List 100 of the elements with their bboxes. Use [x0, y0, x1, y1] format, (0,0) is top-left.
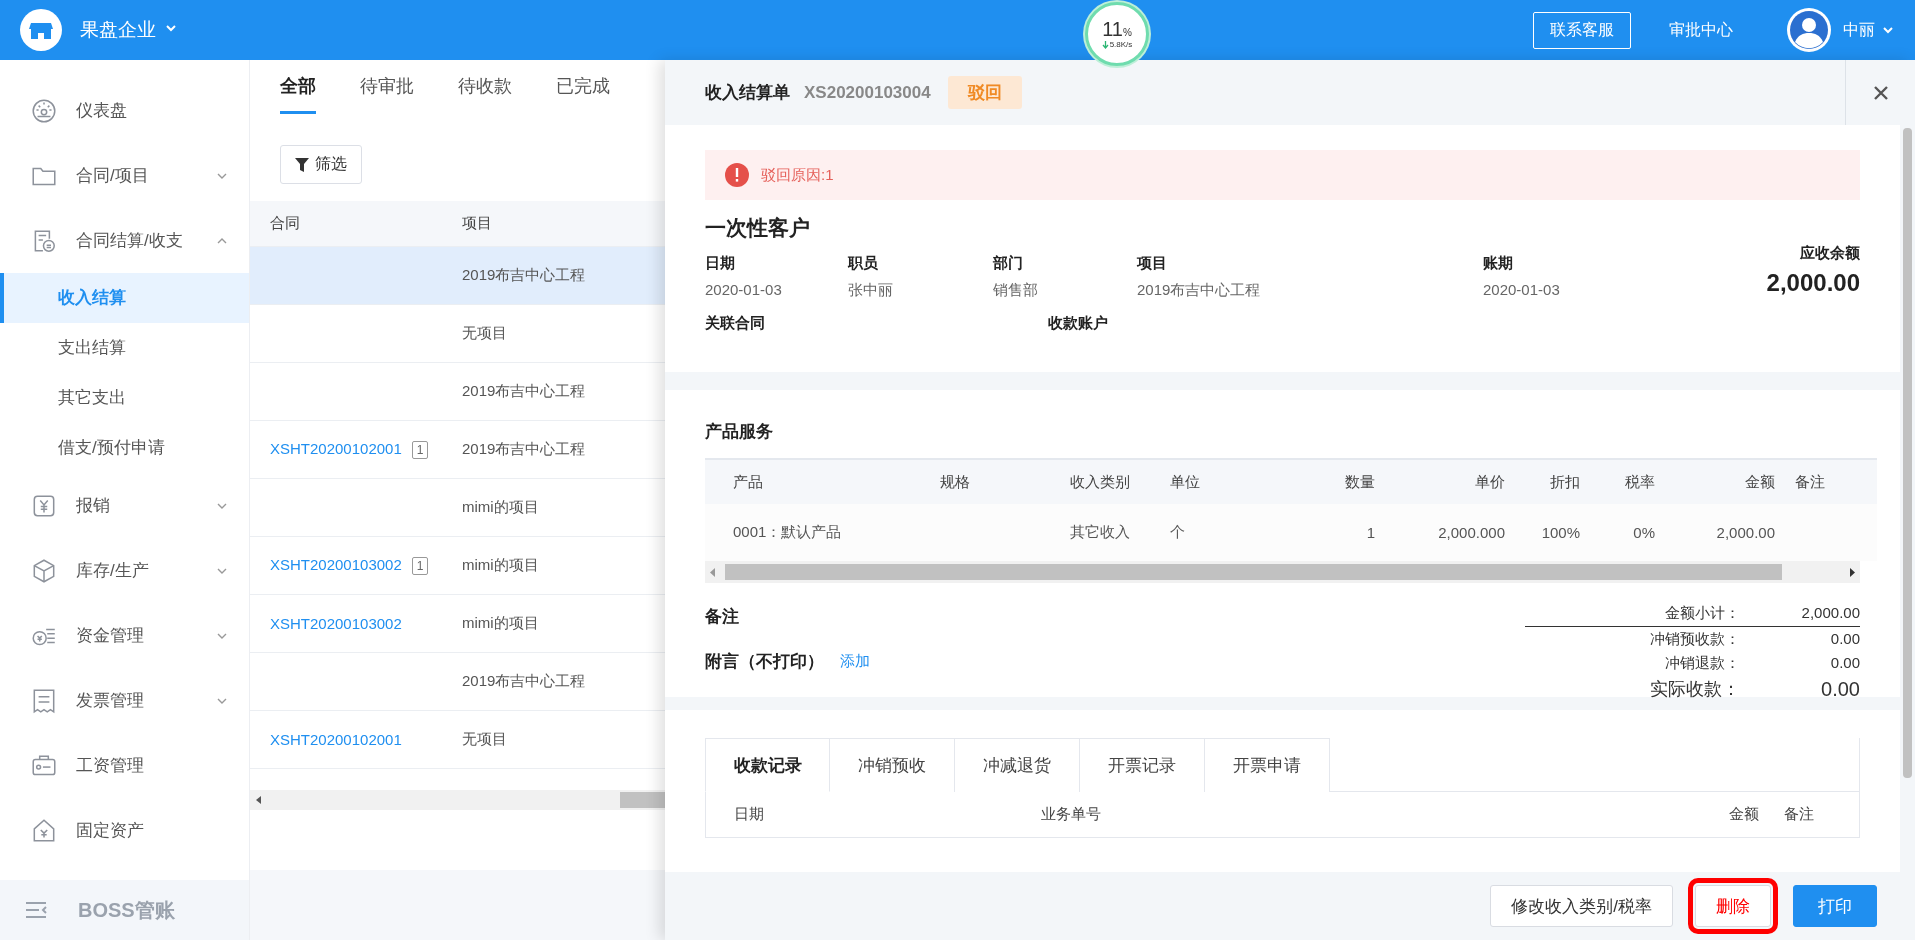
- column-header: 数量: [1260, 459, 1385, 504]
- sidebar-item[interactable]: 工资管理: [0, 733, 249, 798]
- field-value: 张中丽: [848, 281, 894, 300]
- field-label: 账期: [1483, 254, 1514, 273]
- document-number: XS20200103004: [804, 82, 931, 103]
- table-cell: 0%: [1633, 524, 1655, 541]
- sidebar-item[interactable]: 仪表盘: [0, 78, 249, 143]
- sidebar-item[interactable]: 合同结算/收支: [0, 208, 249, 273]
- shop-icon[interactable]: [20, 9, 62, 51]
- avatar-icon[interactable]: [1787, 8, 1831, 52]
- section-title: 附言（不打印）: [705, 651, 824, 673]
- field-label: 关联合同: [705, 314, 766, 333]
- gauge-unit: %: [1122, 27, 1132, 38]
- filter-tab[interactable]: 已完成: [556, 74, 610, 114]
- table-cell-text: mimi的项目: [462, 556, 540, 575]
- table-cell: 0001：默认产品: [733, 523, 842, 540]
- exclamation-icon: [725, 163, 749, 187]
- table-cell-text: mimi的项目: [462, 498, 540, 517]
- table-cell: 个: [1170, 523, 1185, 540]
- field-label: 项目: [1137, 254, 1168, 273]
- table-cell: 其它收入: [1070, 523, 1130, 540]
- down-arrow-icon: [1101, 40, 1109, 49]
- field-label: 职员: [848, 254, 879, 273]
- sidebar-item[interactable]: 资金管理: [0, 603, 249, 668]
- sidebar-item[interactable]: 固定资产: [0, 798, 249, 863]
- total-label: 冲销预收款：: [1649, 628, 1740, 649]
- total-label: 金额小计：: [1525, 601, 1740, 627]
- sidebar-subitem[interactable]: 其它支出: [0, 373, 249, 423]
- app-name: BOSS管账: [78, 897, 175, 923]
- filter-tab[interactable]: 待审批: [360, 74, 414, 114]
- field-value: 2020-01-03: [1483, 281, 1561, 300]
- field-label: 收款账户: [1048, 314, 1108, 333]
- record-tab[interactable]: 冲减退货: [955, 738, 1080, 792]
- field-label: 日期: [705, 254, 736, 273]
- scrollbar-thumb[interactable]: [725, 564, 1782, 580]
- sidebar-subitem[interactable]: 借支/预付申请: [0, 423, 249, 473]
- table-cell: 2,000.00: [1716, 524, 1775, 541]
- filter-tab[interactable]: 待收款: [458, 74, 512, 114]
- column-header: 产品: [705, 459, 930, 504]
- table-cell-text: mimi的项目: [462, 614, 540, 633]
- field-value: 销售部: [993, 281, 1039, 300]
- column-header: 备注: [1783, 805, 1815, 824]
- column-header: 规格: [930, 459, 1060, 504]
- column-header: 金额: [1665, 459, 1785, 504]
- total-value: 0.00: [1820, 676, 1860, 702]
- add-link[interactable]: 添加: [840, 652, 870, 671]
- column-header: 合同: [269, 214, 301, 233]
- close-icon: [1872, 84, 1889, 101]
- table-cell-text: 2019布吉中心工程: [462, 382, 587, 401]
- sidebar-subitem[interactable]: 支出结算: [0, 323, 249, 373]
- column-header: 业务单号: [1041, 805, 1102, 824]
- table-cell-text: 无项目: [462, 324, 508, 343]
- total-value: 0.00: [1829, 628, 1860, 649]
- menu-icon: [24, 900, 48, 920]
- sidebar-item[interactable]: 发票管理: [0, 668, 249, 733]
- filter-button[interactable]: 筛选: [280, 145, 362, 184]
- customer-name: 一次性客户: [705, 215, 811, 241]
- scrollbar[interactable]: [250, 790, 665, 810]
- column-header: 税率: [1590, 459, 1665, 504]
- record-tab[interactable]: 收款记录: [705, 738, 830, 792]
- field-value: 2020-01-03: [705, 281, 783, 300]
- network-speed: 5.8K/s: [1109, 40, 1133, 49]
- table-cell: 2,000.000: [1438, 524, 1505, 541]
- column-header: 日期: [734, 805, 765, 824]
- table-cell-text: 2019布吉中心工程: [462, 440, 587, 459]
- balance-amount: 2,000.00: [1766, 269, 1860, 297]
- speed-gauge[interactable]: 11% 5.8K/s: [1085, 2, 1149, 66]
- field-label: 部门: [993, 254, 1024, 273]
- section-title: 产品服务: [705, 421, 773, 443]
- alert-text: 驳回原因:1: [761, 165, 834, 185]
- scrollbar[interactable]: [705, 561, 1860, 583]
- record-tab[interactable]: 冲销预收: [830, 738, 955, 792]
- scrollbar[interactable]: [1903, 128, 1912, 778]
- table-cell: 1: [1366, 524, 1375, 541]
- right-arrow-icon[interactable]: [1848, 567, 1856, 577]
- status-badge: 驳回: [947, 76, 1022, 109]
- funnel-icon: [295, 157, 309, 172]
- left-arrow-icon[interactable]: [254, 795, 264, 805]
- filter-tab[interactable]: 全部: [280, 74, 316, 114]
- column-header: 单位: [1160, 459, 1260, 504]
- table-row[interactable]: 2019布吉中心工程: [250, 247, 665, 305]
- record-tab[interactable]: 开票申请: [1205, 738, 1330, 792]
- total-label: 冲销退款：: [1664, 653, 1740, 673]
- sidebar-item[interactable]: 库存/生产: [0, 538, 249, 603]
- total-value: 0.00: [1829, 653, 1860, 673]
- column-header: 金额: [1728, 805, 1759, 824]
- section-title: 备注: [705, 606, 740, 628]
- table-cell-text: 2019布吉中心工程: [462, 266, 587, 285]
- scrollbar-thumb[interactable]: [620, 792, 665, 808]
- edit-button[interactable]: 修改收入类别/税率: [1490, 885, 1673, 927]
- column-header: 折扣: [1515, 459, 1590, 504]
- table-cell: 100%: [1541, 524, 1580, 541]
- table-cell-text: 无项目: [462, 730, 508, 749]
- count-badge: 1: [411, 557, 429, 575]
- record-tab[interactable]: 开票记录: [1080, 738, 1205, 792]
- column-header: 收入类别: [1060, 459, 1160, 504]
- sidebar-item[interactable]: 合同/项目: [0, 143, 249, 208]
- panel-title: 收入结算单: [705, 82, 790, 104]
- sidebar-item[interactable]: 报销: [0, 473, 249, 538]
- column-header: 单价: [1385, 459, 1515, 504]
